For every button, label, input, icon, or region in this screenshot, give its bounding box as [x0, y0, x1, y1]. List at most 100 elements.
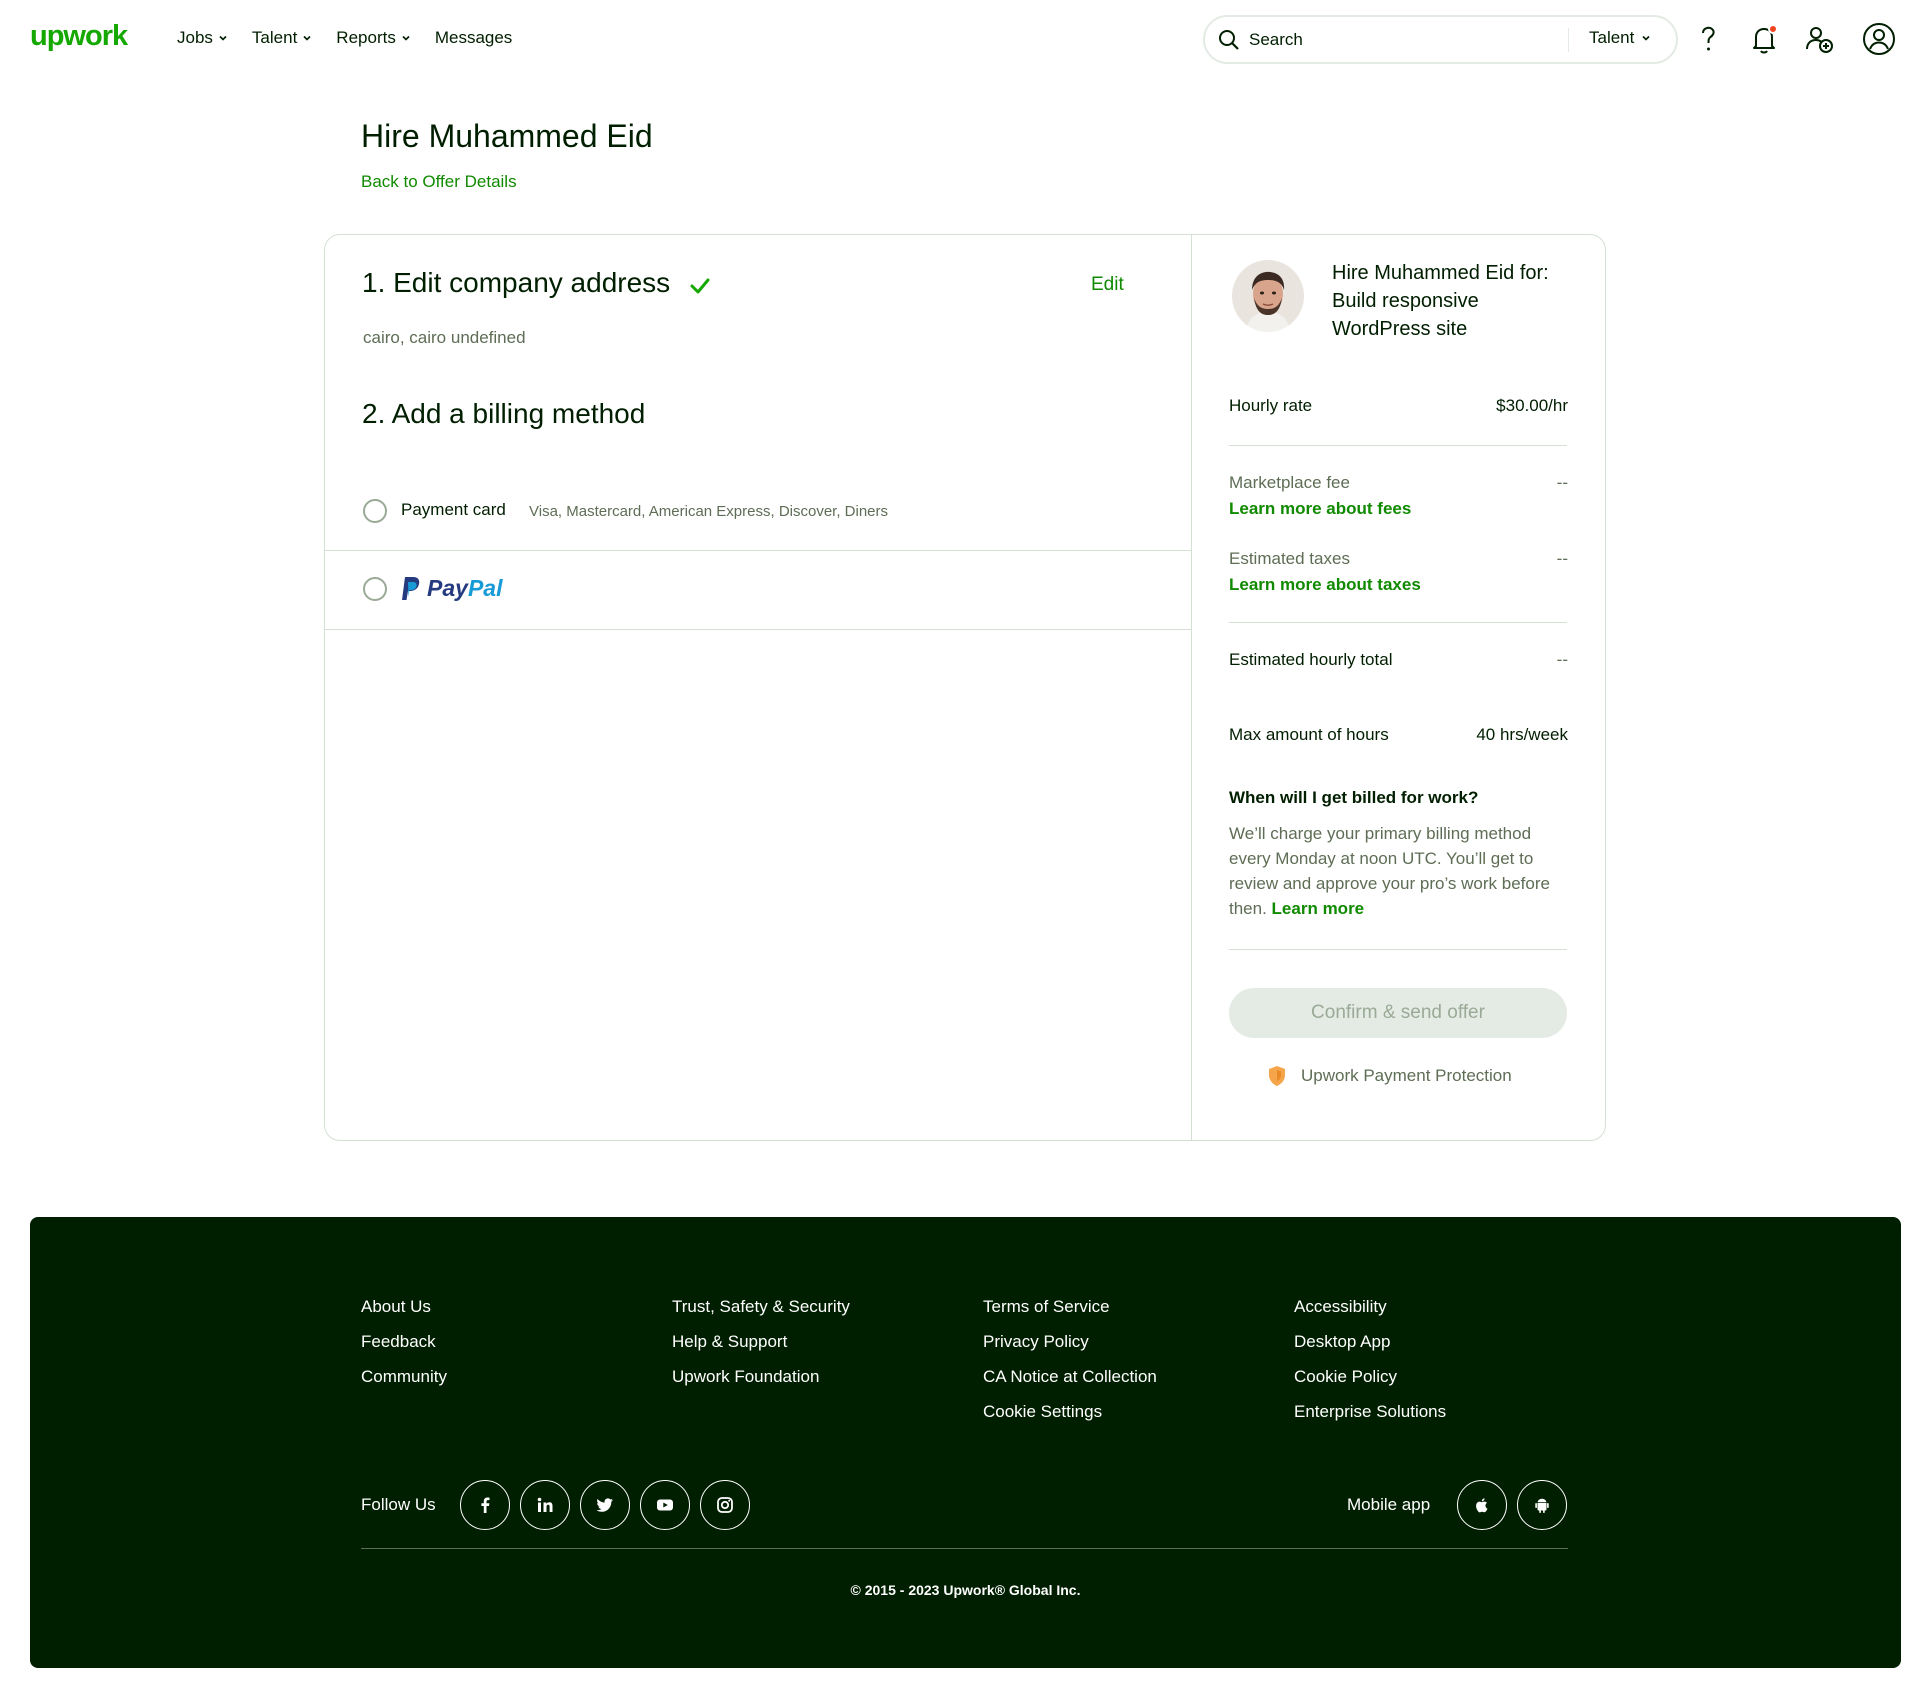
paypal-option[interactable]: PayPal: [401, 575, 502, 602]
step1-title: 1. Edit company address: [362, 267, 671, 298]
shield-icon: [1269, 1066, 1285, 1086]
estimated-taxes-label: Estimated taxes: [1229, 549, 1350, 568]
paypal-logo-pal: Pal: [467, 575, 503, 601]
twitter-button[interactable]: [580, 1480, 630, 1530]
footer-link-cookie-policy[interactable]: Cookie Policy: [1294, 1367, 1446, 1386]
paypal-logo-pay: Pay: [427, 575, 468, 601]
upwork-logo[interactable]: upwork: [30, 20, 128, 53]
freelancer-avatar: [1232, 260, 1304, 332]
back-to-offer-link[interactable]: Back to Offer Details: [361, 172, 517, 192]
step2-title: 2. Add a billing method: [362, 398, 646, 429]
nav-reports[interactable]: Reports: [336, 28, 411, 48]
instagram-icon: [717, 1497, 733, 1513]
facebook-icon: [481, 1497, 490, 1513]
notification-dot: [1768, 24, 1778, 34]
footer-link-about-us[interactable]: About Us: [361, 1297, 447, 1316]
nav-talent[interactable]: Talent: [252, 28, 312, 48]
search-input[interactable]: [1249, 28, 1549, 52]
summary-divider: [1229, 949, 1567, 950]
search-scope-label: Talent: [1589, 28, 1635, 47]
max-hours-label: Max amount of hours: [1229, 725, 1389, 744]
footer-link-feedback[interactable]: Feedback: [361, 1332, 447, 1351]
offer-summary: Hire Muhammed Eid for: Build responsive …: [1192, 235, 1606, 1140]
footer-column: Accessibility Desktop App Cookie Policy …: [1294, 1297, 1446, 1421]
nav-messages-label: Messages: [434, 28, 513, 47]
learn-taxes-link[interactable]: Learn more about taxes: [1229, 575, 1421, 595]
help-icon[interactable]: [1692, 22, 1726, 56]
footer-link-help-support[interactable]: Help & Support: [672, 1332, 850, 1351]
android-icon: [1535, 1498, 1549, 1513]
billing-learn-more-link[interactable]: Learn more: [1272, 899, 1365, 918]
chevron-down-icon: [402, 35, 410, 41]
max-hours-value: 40 hrs/week: [1476, 725, 1568, 744]
instagram-button[interactable]: [700, 1480, 750, 1530]
nav-reports-label: Reports: [336, 28, 396, 47]
payment-card-types: Visa, Mastercard, American Express, Disc…: [529, 503, 889, 520]
chevron-down-icon: [219, 35, 227, 41]
hire-for-text: Hire Muhammed Eid for: Build responsive …: [1332, 262, 1549, 340]
marketplace-fee-value: --: [1556, 473, 1568, 492]
billing-row-divider: [325, 629, 1191, 630]
linkedin-icon: [537, 1497, 553, 1512]
paypal-radio[interactable]: [363, 577, 387, 601]
search-scope-dropdown[interactable]: Talent: [1589, 28, 1651, 48]
apple-icon: [1476, 1498, 1488, 1513]
android-app-button[interactable]: [1517, 1480, 1567, 1530]
billing-answer: We’ll charge your primary billing method…: [1229, 821, 1567, 921]
payment-protection: Upwork Payment Protection: [1267, 1065, 1512, 1087]
footer-column: Terms of Service Privacy Policy CA Notic…: [983, 1297, 1157, 1421]
freelancer-photo: [1232, 260, 1304, 332]
footer-column: About Us Feedback Community: [361, 1297, 447, 1386]
footer-link-enterprise[interactable]: Enterprise Solutions: [1294, 1402, 1446, 1421]
summary-divider: [1229, 445, 1567, 446]
add-user-icon[interactable]: [1802, 22, 1836, 56]
learn-fees-link[interactable]: Learn more about fees: [1229, 499, 1411, 519]
main-nav: Jobs Talent Reports Messages: [177, 28, 512, 48]
payment-card-label[interactable]: Payment card: [401, 500, 506, 520]
footer-link-privacy[interactable]: Privacy Policy: [983, 1332, 1157, 1351]
footer-link-community[interactable]: Community: [361, 1367, 447, 1386]
footer-link-ca-notice[interactable]: CA Notice at Collection: [983, 1367, 1157, 1386]
marketplace-fee-label: Marketplace fee: [1229, 473, 1350, 492]
check-icon: [690, 278, 710, 294]
edit-address-link[interactable]: Edit: [1091, 274, 1124, 296]
chevron-down-icon: [1642, 35, 1650, 41]
footer-link-upwork-foundation[interactable]: Upwork Foundation: [672, 1367, 850, 1386]
page-title: Hire Muhammed Eid: [361, 118, 653, 154]
billing-question: When will I get billed for work?: [1229, 788, 1479, 807]
nav-messages[interactable]: Messages: [435, 28, 512, 48]
hourly-rate-label: Hourly rate: [1229, 396, 1313, 415]
follow-us-label: Follow Us: [361, 1495, 436, 1514]
company-address: cairo, cairo undefined: [363, 328, 526, 347]
mobile-app-label: Mobile app: [1347, 1495, 1431, 1514]
top-header: upwork Jobs Talent Reports Messages Tale…: [0, 0, 1920, 80]
hire-card: 1. Edit company address Edit cairo, cair…: [324, 234, 1606, 1141]
nav-jobs-label: Jobs: [177, 28, 213, 47]
footer-link-cookie-settings[interactable]: Cookie Settings: [983, 1402, 1157, 1421]
nav-jobs[interactable]: Jobs: [177, 28, 228, 48]
hourly-total-label: Estimated hourly total: [1229, 650, 1393, 669]
confirm-send-offer-button[interactable]: Confirm & send offer: [1229, 988, 1567, 1038]
footer-link-terms[interactable]: Terms of Service: [983, 1297, 1157, 1316]
hourly-rate-value: $30.00/hr: [1496, 396, 1568, 415]
footer-link-accessibility[interactable]: Accessibility: [1294, 1297, 1446, 1316]
copyright: © 2015 - 2023 Upwork® Global Inc.: [850, 1582, 1081, 1598]
nav-talent-label: Talent: [251, 28, 298, 47]
account-avatar-icon[interactable]: [1862, 22, 1896, 56]
youtube-button[interactable]: [640, 1480, 690, 1530]
payment-card-radio[interactable]: [363, 499, 387, 523]
footer-link-desktop-app[interactable]: Desktop App: [1294, 1332, 1446, 1351]
footer-divider: [361, 1548, 1568, 1549]
footer-column: Trust, Safety & Security Help & Support …: [672, 1297, 850, 1386]
ios-app-button[interactable]: [1457, 1480, 1507, 1530]
linkedin-button[interactable]: [520, 1480, 570, 1530]
paypal-logo: PayPal: [427, 575, 502, 602]
search-icon[interactable]: [1218, 29, 1240, 51]
facebook-button[interactable]: [460, 1480, 510, 1530]
billing-row-divider: [325, 550, 1191, 551]
youtube-icon: [657, 1499, 673, 1511]
site-footer: About Us Feedback Community Trust, Safet…: [30, 1217, 1901, 1668]
summary-divider: [1229, 622, 1567, 623]
estimated-taxes-value: --: [1556, 549, 1568, 568]
footer-link-trust-safety[interactable]: Trust, Safety & Security: [672, 1297, 850, 1316]
